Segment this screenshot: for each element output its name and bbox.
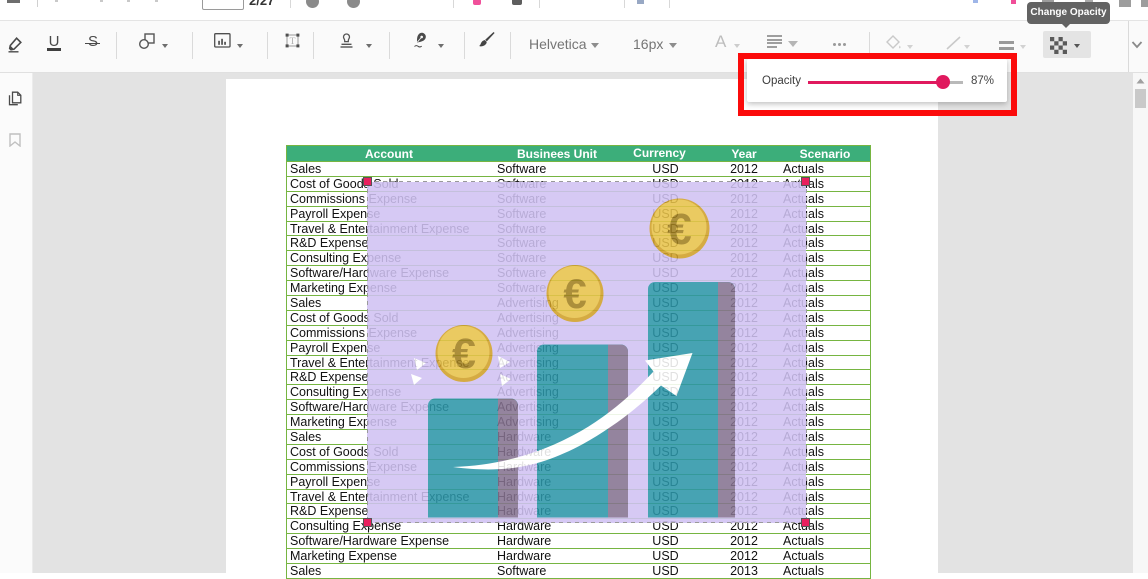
svg-text:T: T [290, 37, 296, 47]
